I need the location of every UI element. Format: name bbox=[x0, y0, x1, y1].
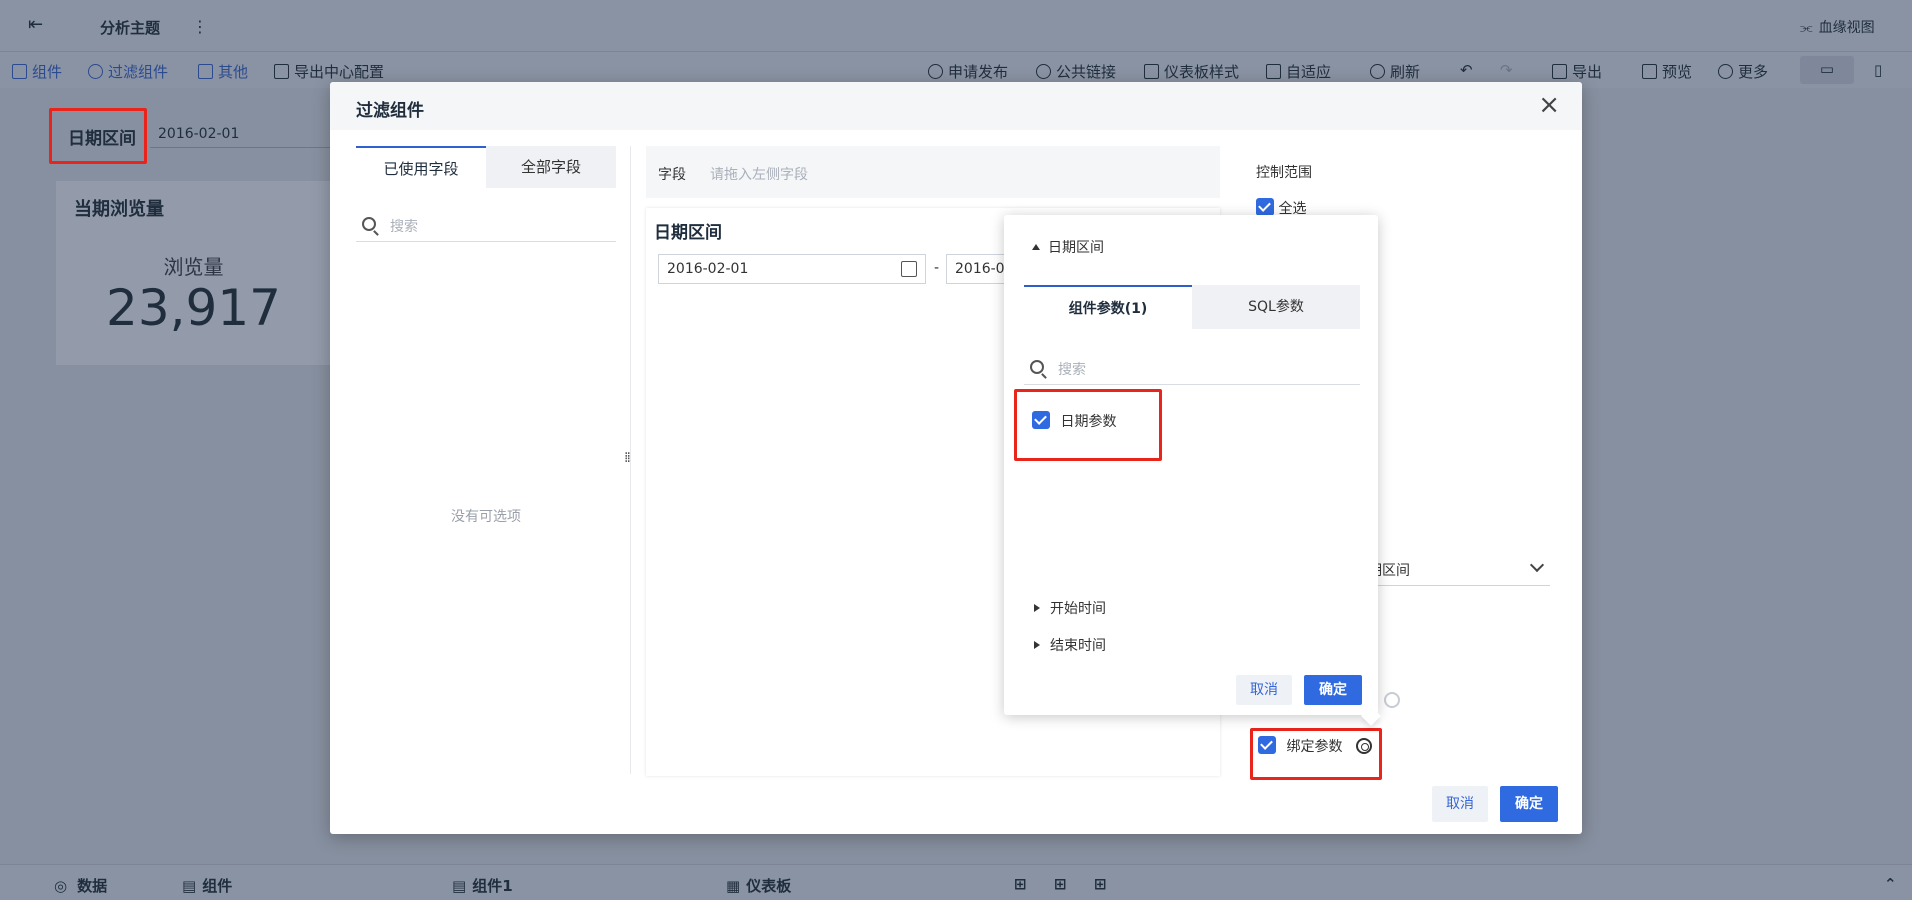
tab-all-fields[interactable]: 全部字段 bbox=[486, 146, 616, 188]
gear-icon[interactable] bbox=[1384, 692, 1400, 708]
search-icon bbox=[1030, 360, 1044, 374]
preview-icon bbox=[1642, 64, 1657, 79]
collapse-icon[interactable]: ⌃ bbox=[1884, 875, 1897, 893]
lineage-icon: ⫘ bbox=[1800, 20, 1813, 36]
component-icon: ▤ bbox=[182, 877, 197, 895]
filter-component-dialog: 过滤组件 × 已使用字段 全部字段 搜索 没有可选项 ⁞⁞ 字段 请拖入左侧字段… bbox=[330, 82, 1582, 834]
database-icon: ◎ bbox=[54, 877, 68, 895]
refresh-button[interactable]: 刷新 bbox=[1370, 61, 1420, 82]
panel-divider bbox=[630, 146, 631, 774]
kpi-subtitle: 浏览量 bbox=[163, 255, 224, 279]
dialog-title: 过滤组件 bbox=[356, 101, 424, 121]
checkbox-checked-icon bbox=[1256, 198, 1274, 216]
public-link-button[interactable]: 公共链接 bbox=[1036, 61, 1116, 82]
kpi-title: 当期浏览量 bbox=[74, 199, 164, 220]
date-separator: - bbox=[934, 260, 940, 276]
dialog-confirm-button[interactable]: 确定 bbox=[1500, 786, 1558, 822]
field-label: 字段 bbox=[658, 167, 686, 183]
dialog-cancel-button[interactable]: 取消 bbox=[1432, 786, 1488, 822]
adaptive-icon bbox=[1266, 64, 1281, 79]
param-search-input[interactable]: 搜索 bbox=[1058, 359, 1086, 379]
field-search[interactable]: 搜索 bbox=[356, 208, 616, 242]
more-icon bbox=[1718, 64, 1733, 79]
mobile-view-icon[interactable]: ▯ bbox=[1874, 61, 1882, 79]
close-icon[interactable]: × bbox=[1538, 92, 1560, 118]
popover-cancel-button[interactable]: 取消 bbox=[1236, 675, 1292, 705]
adaptive-button[interactable]: 自适应 bbox=[1266, 61, 1331, 82]
bottom-tab-dashboard[interactable]: ▦ 仪表板 bbox=[726, 875, 791, 896]
search-input[interactable]: 搜索 bbox=[390, 216, 418, 236]
tab-sql-params[interactable]: SQL参数 bbox=[1192, 285, 1360, 329]
apply-publish-button[interactable]: 申请发布 bbox=[928, 61, 1008, 82]
calendar-icon[interactable] bbox=[901, 261, 917, 277]
bottom-bar: ◎ 数据 ▤ 组件 ▤ 组件1 ▦ 仪表板 ⊞ ⊞ ⊞ ⌃ bbox=[0, 864, 1912, 900]
preview-title: 日期区间 bbox=[654, 223, 722, 243]
kpi-card[interactable]: 当期浏览量 浏览量 23,917 bbox=[56, 181, 346, 365]
export-icon bbox=[1552, 64, 1567, 79]
bottom-tab-component1[interactable]: ▤ 组件1 bbox=[452, 875, 513, 896]
param-binding-popover: 日期区间 组件参数(1) SQL参数 搜索 日期参数 开始时间 结束时间 取消 … bbox=[1004, 215, 1378, 715]
search-icon bbox=[362, 217, 376, 231]
filter-component-button[interactable]: 过滤组件 bbox=[88, 61, 168, 82]
dashboard-style-button[interactable]: 仪表板样式 bbox=[1144, 61, 1239, 82]
start-date-value: 2016-02-01 bbox=[667, 261, 749, 277]
style-icon bbox=[1144, 64, 1159, 79]
export-button[interactable]: 导出 bbox=[1552, 61, 1602, 82]
caret-right-icon bbox=[1034, 641, 1040, 649]
highlight-filter-label bbox=[49, 108, 147, 164]
bottom-tab-component[interactable]: ▤ 组件 bbox=[182, 875, 232, 896]
add-table-icon[interactable]: ⊞ bbox=[1054, 875, 1067, 893]
tab-component-params[interactable]: 组件参数(1) bbox=[1024, 285, 1192, 329]
lineage-view-button[interactable]: ⫘ 血缘视图 bbox=[1800, 17, 1875, 37]
start-date-input[interactable]: 2016-02-01 bbox=[658, 254, 926, 284]
chevron-down-icon bbox=[1529, 557, 1545, 573]
other-icon bbox=[198, 64, 213, 79]
more-vert-icon[interactable]: ⋮ bbox=[192, 17, 208, 36]
drag-handle-icon[interactable]: ⁞⁞ bbox=[624, 450, 631, 466]
other-button[interactable]: 其他 bbox=[198, 61, 248, 82]
target-field-select[interactable]: 日期区间 bbox=[1354, 552, 1550, 586]
link-icon bbox=[1036, 64, 1051, 79]
top-bar: ⇤ 分析主题 ⋮ ⫘ 血缘视图 bbox=[0, 0, 1912, 52]
export-center-config-button[interactable]: 导出中心配置 bbox=[274, 61, 384, 82]
back-icon[interactable]: ⇤ bbox=[28, 14, 43, 35]
component-button[interactable]: 组件 bbox=[12, 61, 62, 82]
component-icon: ▤ bbox=[452, 877, 467, 895]
undo-icon[interactable]: ↶ bbox=[1460, 61, 1473, 79]
bottom-tab-data[interactable]: ◎ 数据 bbox=[54, 875, 107, 896]
redo-icon[interactable]: ↷ bbox=[1500, 61, 1513, 79]
edit-icon bbox=[274, 64, 289, 79]
caret-right-icon bbox=[1034, 604, 1040, 612]
page-title: 分析主题 bbox=[100, 19, 161, 37]
field-drop-placeholder: 请拖入左侧字段 bbox=[710, 167, 808, 183]
add-page-icon[interactable]: ⊞ bbox=[1094, 875, 1107, 893]
highlight-bind-params bbox=[1250, 728, 1382, 780]
dialog-header: 过滤组件 × bbox=[330, 82, 1582, 130]
refresh-icon bbox=[1370, 64, 1385, 79]
field-drop-zone[interactable]: 字段 请拖入左侧字段 bbox=[646, 146, 1220, 198]
dashboard-icon: ▦ bbox=[726, 877, 741, 895]
filter-icon bbox=[88, 64, 103, 79]
tree-item-end-time[interactable]: 结束时间 bbox=[1034, 635, 1106, 655]
tab-used-fields[interactable]: 已使用字段 bbox=[356, 146, 486, 188]
param-search[interactable]: 搜索 bbox=[1024, 351, 1360, 385]
more-button[interactable]: 更多 bbox=[1718, 61, 1768, 82]
caret-up-icon bbox=[1032, 244, 1040, 250]
popover-confirm-button[interactable]: 确定 bbox=[1304, 675, 1362, 705]
send-icon bbox=[928, 64, 943, 79]
field-list-panel: 已使用字段 全部字段 搜索 没有可选项 bbox=[356, 146, 616, 776]
kpi-value: 23,917 bbox=[106, 279, 281, 337]
preview-button[interactable]: 预览 bbox=[1642, 61, 1692, 82]
popover-header[interactable]: 日期区间 bbox=[1032, 237, 1104, 257]
highlight-date-param bbox=[1014, 389, 1162, 461]
add-chart-icon[interactable]: ⊞ bbox=[1014, 875, 1027, 893]
control-range-label: 控制范围 bbox=[1256, 165, 1312, 181]
component-icon bbox=[12, 64, 27, 79]
empty-state-text: 没有可选项 bbox=[451, 509, 521, 525]
tree-item-start-time[interactable]: 开始时间 bbox=[1034, 598, 1106, 618]
desktop-view-icon[interactable]: ▭ bbox=[1800, 56, 1854, 84]
